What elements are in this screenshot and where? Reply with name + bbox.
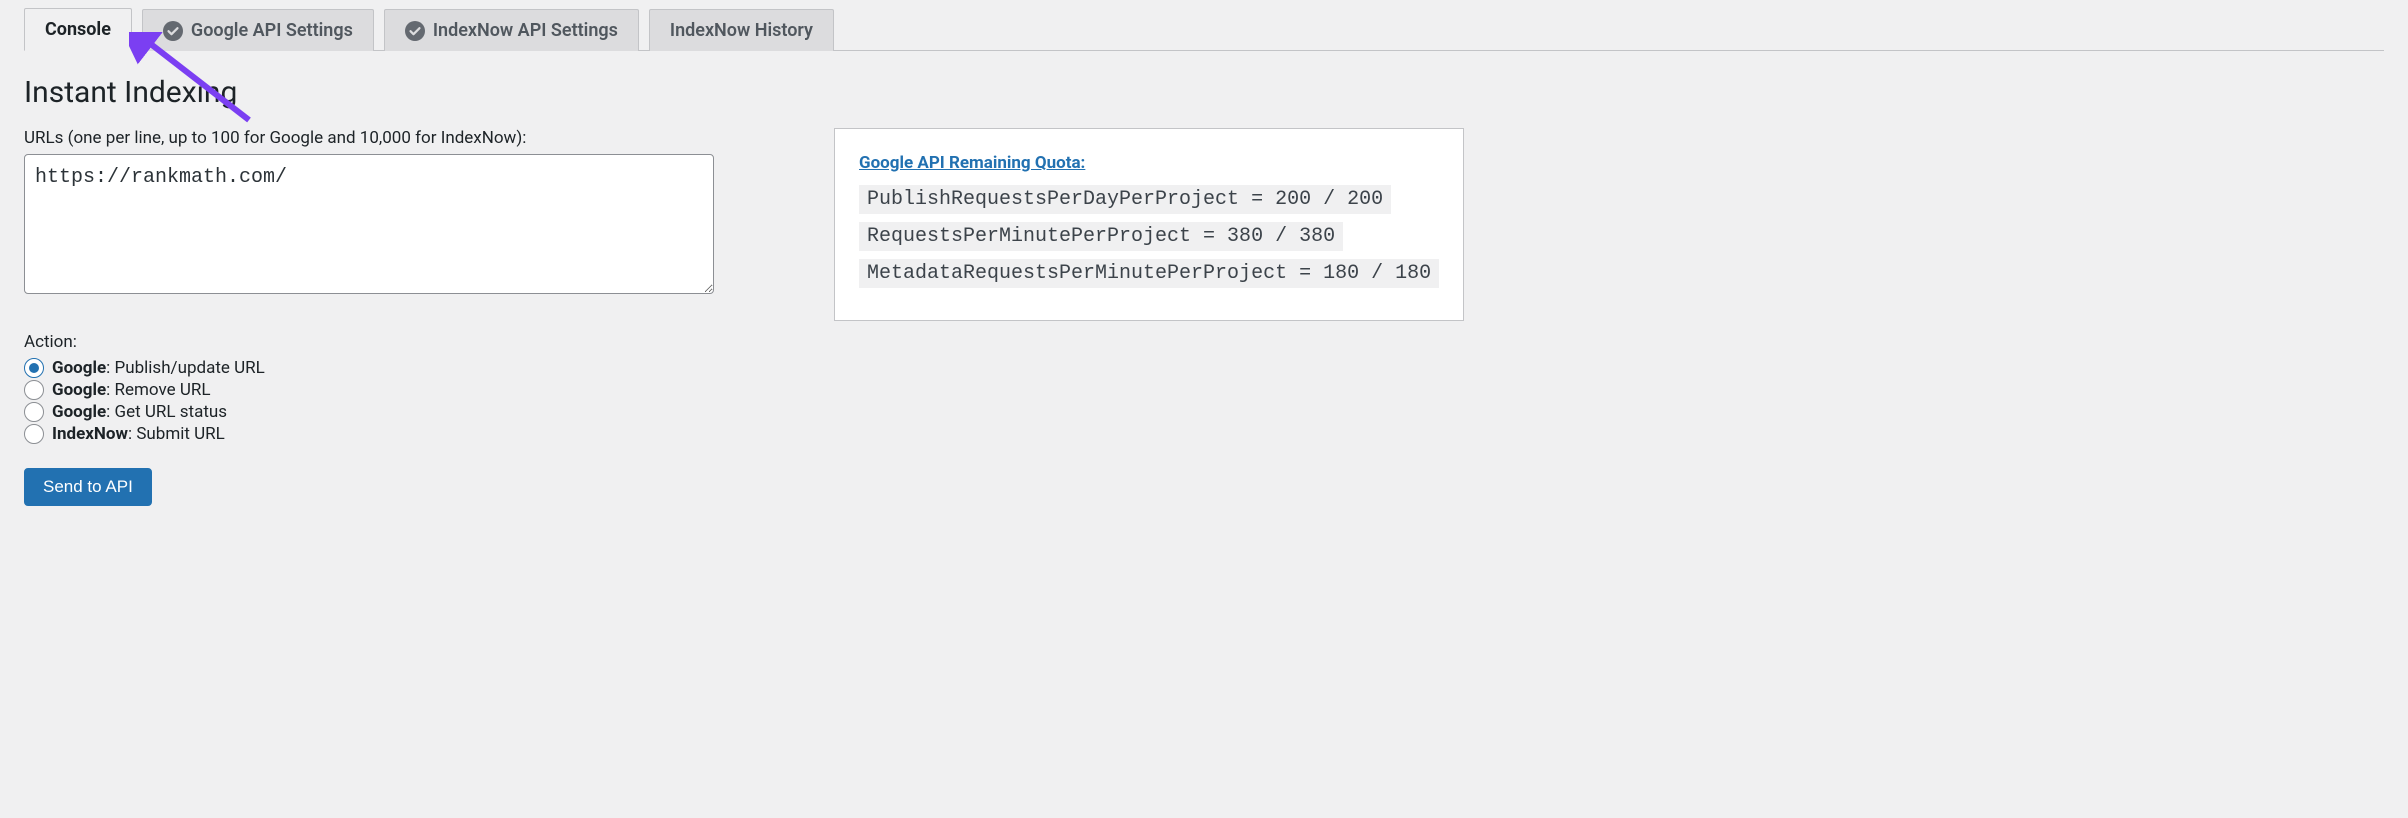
- send-to-api-button[interactable]: Send to API: [24, 468, 152, 506]
- tab-google-api-settings[interactable]: Google API Settings: [142, 9, 374, 51]
- tab-label: IndexNow API Settings: [433, 20, 618, 41]
- tab-console[interactable]: Console: [24, 8, 132, 51]
- radio-google-remove[interactable]: [24, 380, 44, 400]
- action-option-google-publish[interactable]: Google: Publish/update URL: [24, 358, 714, 378]
- action-option-google-remove[interactable]: Google: Remove URL: [24, 380, 714, 400]
- tab-label: IndexNow History: [670, 20, 813, 41]
- check-circle-icon: [405, 21, 425, 41]
- tab-label: Google API Settings: [191, 20, 353, 41]
- tab-indexnow-api-settings[interactable]: IndexNow API Settings: [384, 9, 639, 51]
- quota-row: RequestsPerMinutePerProject = 380 / 380: [859, 222, 1343, 251]
- quota-row: PublishRequestsPerDayPerProject = 200 / …: [859, 185, 1391, 214]
- tab-bar: Console Google API Settings IndexNow API…: [24, 0, 2384, 51]
- radio-google-publish[interactable]: [24, 358, 44, 378]
- tab-label: Console: [45, 19, 111, 40]
- google-quota-link[interactable]: Google API Remaining Quota:: [859, 153, 1085, 173]
- radio-indexnow-submit[interactable]: [24, 424, 44, 444]
- action-option-google-status[interactable]: Google: Get URL status: [24, 402, 714, 422]
- urls-textarea[interactable]: [24, 154, 714, 294]
- check-circle-icon: [163, 21, 183, 41]
- radio-google-status[interactable]: [24, 402, 44, 422]
- action-option-indexnow-submit[interactable]: IndexNow: Submit URL: [24, 424, 714, 444]
- quota-row: MetadataRequestsPerMinutePerProject = 18…: [859, 259, 1439, 288]
- page-title: Instant Indexing: [24, 75, 2384, 110]
- urls-label: URLs (one per line, up to 100 for Google…: [24, 128, 714, 148]
- quota-box: Google API Remaining Quota: PublishReque…: [834, 128, 1464, 321]
- tab-indexnow-history[interactable]: IndexNow History: [649, 9, 834, 51]
- action-label: Action:: [24, 332, 714, 352]
